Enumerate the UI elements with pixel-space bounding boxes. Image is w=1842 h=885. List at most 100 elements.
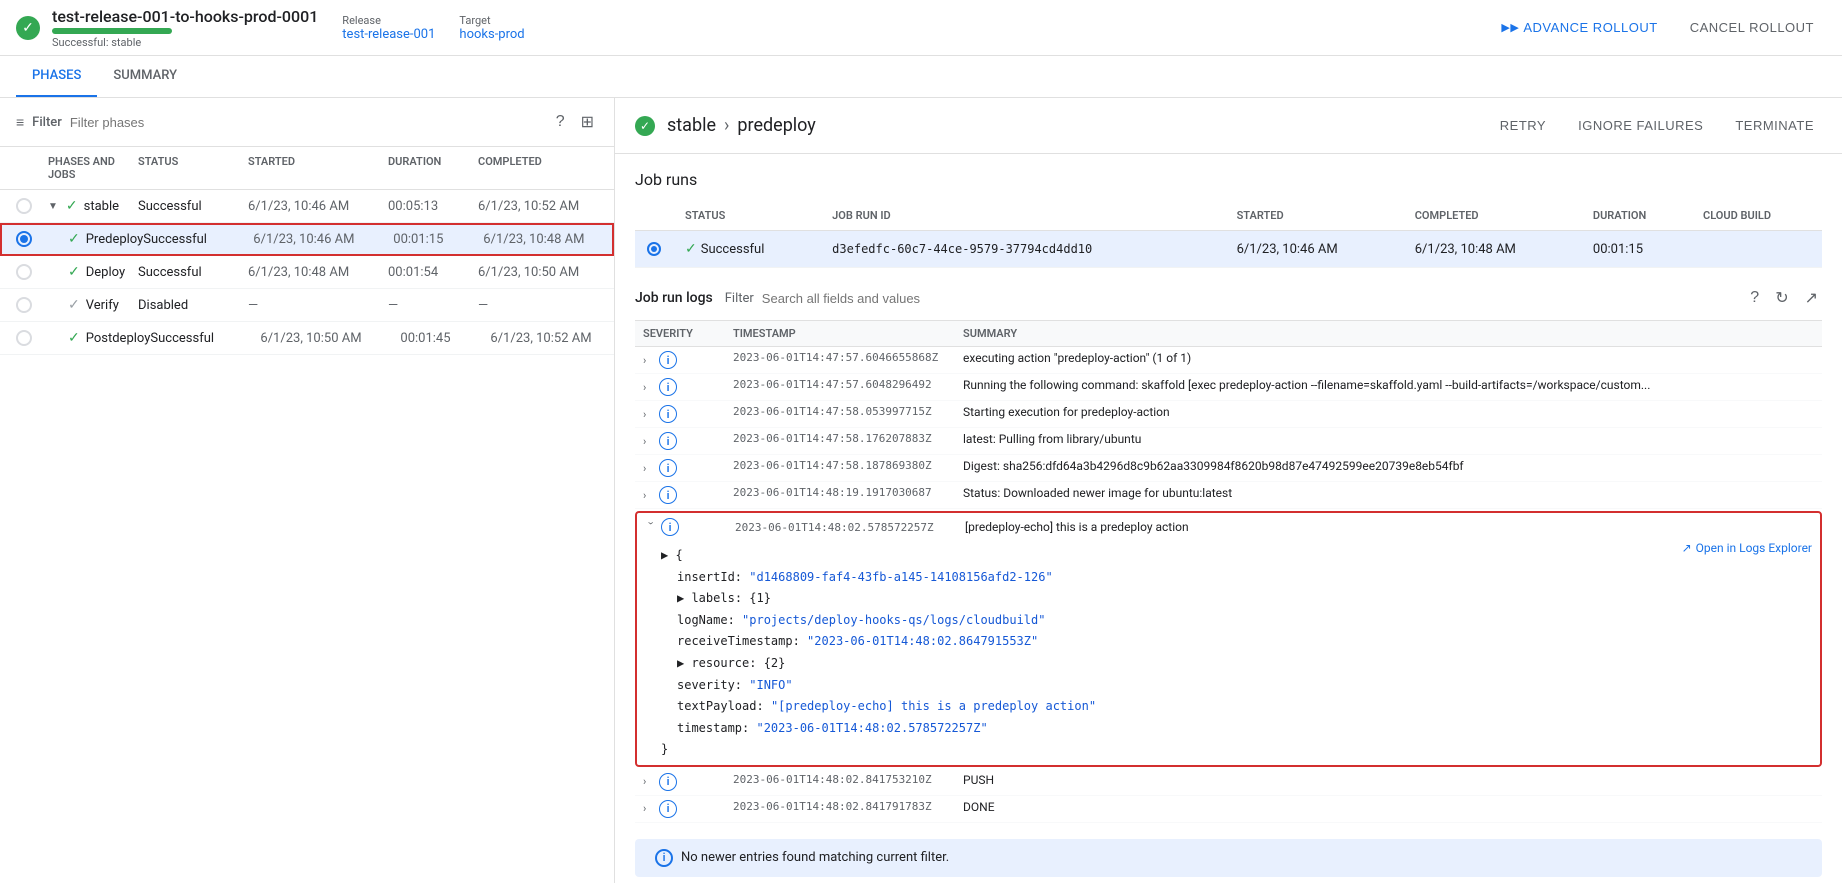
left-panel: ≡ Filter ? ⊞ Phases and Jobs Status Star… xyxy=(0,98,615,883)
job-runs-table: Status Job run ID Started Completed Dura… xyxy=(635,201,1822,268)
timestamp: 2023-06-01T14:47:58.187869380Z xyxy=(733,459,963,472)
log-row[interactable]: › i 2023-06-01T14:48:19.1917030687 Statu… xyxy=(635,482,1822,509)
log-json-container: ↗ Open in Logs Explorer ▶ { insertId: "d… xyxy=(637,541,1820,765)
job-runs-section: Job runs Status Job run ID Started Compl… xyxy=(615,154,1842,284)
predeploy-duration: 00:01:15 xyxy=(393,232,483,247)
expand-toggle[interactable]: › xyxy=(643,775,655,788)
help-icon[interactable]: ? xyxy=(552,108,569,136)
table-row[interactable]: ✓ Postdeploy Successful 6/1/23, 10:50 AM… xyxy=(0,322,614,355)
verify-status: Disabled xyxy=(138,298,248,313)
ignore-failures-button[interactable]: IGNORE FAILURES xyxy=(1570,114,1711,137)
timestamp: 2023-06-01T14:47:57.6048296492 xyxy=(733,378,963,391)
progress-bar xyxy=(52,28,172,34)
cancel-rollout-button[interactable]: CANCEL ROLLOUT xyxy=(1678,14,1826,41)
expand-toggle[interactable]: › xyxy=(643,381,655,394)
severity-badge: i xyxy=(659,351,677,369)
phase-name-verify: ✓ Verify xyxy=(48,297,138,313)
expand-toggle[interactable]: › xyxy=(643,435,655,448)
postdeploy-status: Successful xyxy=(150,331,260,346)
radio-deploy xyxy=(16,264,32,280)
expanded-log-header[interactable]: › i 2023-06-01T14:48:02.578572257Z [pred… xyxy=(637,513,1820,541)
col-cloud-build: Cloud Build xyxy=(1691,201,1822,231)
log-external-icon[interactable]: ↗ xyxy=(1801,284,1822,312)
phase-name-stable: ▼ ✓ stable xyxy=(48,198,138,214)
filter-input[interactable] xyxy=(70,115,270,130)
postdeploy-completed: 6/1/23, 10:52 AM xyxy=(490,331,610,346)
expanded-timestamp: 2023-06-01T14:48:02.578572257Z xyxy=(735,521,965,534)
expanded-log-entry: › i 2023-06-01T14:48:02.578572257Z [pred… xyxy=(635,511,1822,767)
severity-badge: i xyxy=(661,518,679,536)
json-field-severity: severity: "INFO" xyxy=(661,675,1796,697)
log-row[interactable]: › i 2023-06-01T14:47:58.176207883Z lates… xyxy=(635,428,1822,455)
summary: Digest: sha256:dfd64a3b4296d8c9b62aa3309… xyxy=(963,459,1814,473)
retry-button[interactable]: RETRY xyxy=(1492,114,1554,137)
json-field-resource: ▶ resource: {2} xyxy=(661,653,1796,675)
log-refresh-icon[interactable]: ↻ xyxy=(1771,284,1792,312)
header-left: ✓ test-release-001-to-hooks-prod-0001 Su… xyxy=(16,7,318,49)
table-row[interactable]: ▼ ✓ stable Successful 6/1/23, 10:46 AM 0… xyxy=(0,190,614,223)
log-row[interactable]: › i 2023-06-01T14:47:57.6046655868Z exec… xyxy=(635,347,1822,374)
expand-toggle[interactable]: › xyxy=(643,462,655,475)
table-row[interactable]: ✓ Predeploy Successful 6/1/23, 10:46 AM … xyxy=(0,223,614,256)
expand-toggle-open[interactable]: › xyxy=(645,521,658,533)
job-name-right: predeploy xyxy=(737,115,815,136)
log-search-input[interactable] xyxy=(762,291,1734,306)
summary: DONE xyxy=(963,800,1814,814)
release-meta: Release test-release-001 xyxy=(342,14,435,42)
phase-name-predeploy: ✓ Predeploy xyxy=(48,231,143,247)
verify-started: — xyxy=(248,298,388,313)
radio-verify xyxy=(16,297,32,313)
json-open-brace: ▶ { xyxy=(661,545,1796,567)
severity-badge: i xyxy=(659,432,677,450)
log-col-timestamp: TIMESTAMP xyxy=(733,327,963,340)
check-deploy: ✓ xyxy=(68,264,80,280)
stable-label-text: stable xyxy=(84,199,119,214)
expand-toggle[interactable]: › xyxy=(643,408,655,421)
summary: executing action "predeploy-action" (1 o… xyxy=(963,351,1814,365)
table-row[interactable]: ✓ Deploy Successful 6/1/23, 10:48 AM 00:… xyxy=(0,256,614,289)
log-row[interactable]: › i 2023-06-01T14:48:02.841753210Z PUSH xyxy=(635,769,1822,796)
tab-summary[interactable]: SUMMARY xyxy=(97,56,193,97)
release-link[interactable]: test-release-001 xyxy=(342,27,435,42)
release-meta-label: Release xyxy=(342,14,435,27)
job-run-status: ✓ Successful xyxy=(673,231,820,268)
table-row[interactable]: ✓ Verify Disabled — — — xyxy=(0,289,614,322)
log-row[interactable]: › i 2023-06-01T14:48:02.841791783Z DONE xyxy=(635,796,1822,823)
severity-badge: i xyxy=(659,800,677,818)
columns-icon[interactable]: ⊞ xyxy=(577,108,598,136)
job-run-id: d3efedfc-60c7-44ce-9579-37794cd4dd10 xyxy=(820,231,1224,268)
expand-toggle[interactable]: › xyxy=(643,489,655,502)
postdeploy-started: 6/1/23, 10:50 AM xyxy=(260,331,400,346)
stable-status: Successful xyxy=(138,199,248,214)
json-field-labels: ▶ labels: {1} xyxy=(661,588,1796,610)
col-completed: Completed xyxy=(478,155,598,181)
summary: Starting execution for predeploy-action xyxy=(963,405,1814,419)
check-verify: ✓ xyxy=(68,297,80,313)
job-run-row[interactable]: ✓ Successful d3efedfc-60c7-44ce-9579-377… xyxy=(635,231,1822,268)
col-job-completed: Completed xyxy=(1403,201,1581,231)
deploy-status: Successful xyxy=(138,265,248,280)
json-close-brace: } xyxy=(661,739,1796,761)
tabs: PHASES SUMMARY xyxy=(0,56,1842,98)
log-col-summary: SUMMARY xyxy=(963,327,1814,340)
expand-toggle[interactable]: › xyxy=(643,354,655,367)
json-field-receiveTimestamp: receiveTimestamp: "2023-06-01T14:48:02.8… xyxy=(661,631,1796,653)
target-link[interactable]: hooks-prod xyxy=(459,27,524,42)
log-help-icon[interactable]: ? xyxy=(1746,284,1763,312)
phase-title: stable › predeploy xyxy=(667,115,816,136)
external-link-icon: ↗ xyxy=(1682,541,1692,555)
log-row[interactable]: › i 2023-06-01T14:47:58.187869380Z Diges… xyxy=(635,455,1822,482)
check-postdeploy: ✓ xyxy=(68,330,80,346)
log-row[interactable]: › i 2023-06-01T14:47:58.053997715Z Start… xyxy=(635,401,1822,428)
expand-toggle[interactable]: › xyxy=(643,802,655,815)
col-duration: Duration xyxy=(388,155,478,181)
header-meta: Release test-release-001 Target hooks-pr… xyxy=(342,14,524,42)
verify-duration: — xyxy=(388,298,478,313)
open-in-logs-explorer-link[interactable]: ↗ Open in Logs Explorer xyxy=(1682,541,1812,555)
summary: PUSH xyxy=(963,773,1814,787)
tab-phases[interactable]: PHASES xyxy=(16,56,97,97)
log-row[interactable]: › i 2023-06-01T14:47:57.6048296492 Runni… xyxy=(635,374,1822,401)
phases-table: Phases and Jobs Status Started Duration … xyxy=(0,147,614,883)
terminate-button[interactable]: TERMINATE xyxy=(1727,114,1822,137)
advance-rollout-button[interactable]: ▶▶ ADVANCE ROLLOUT xyxy=(1489,14,1669,41)
